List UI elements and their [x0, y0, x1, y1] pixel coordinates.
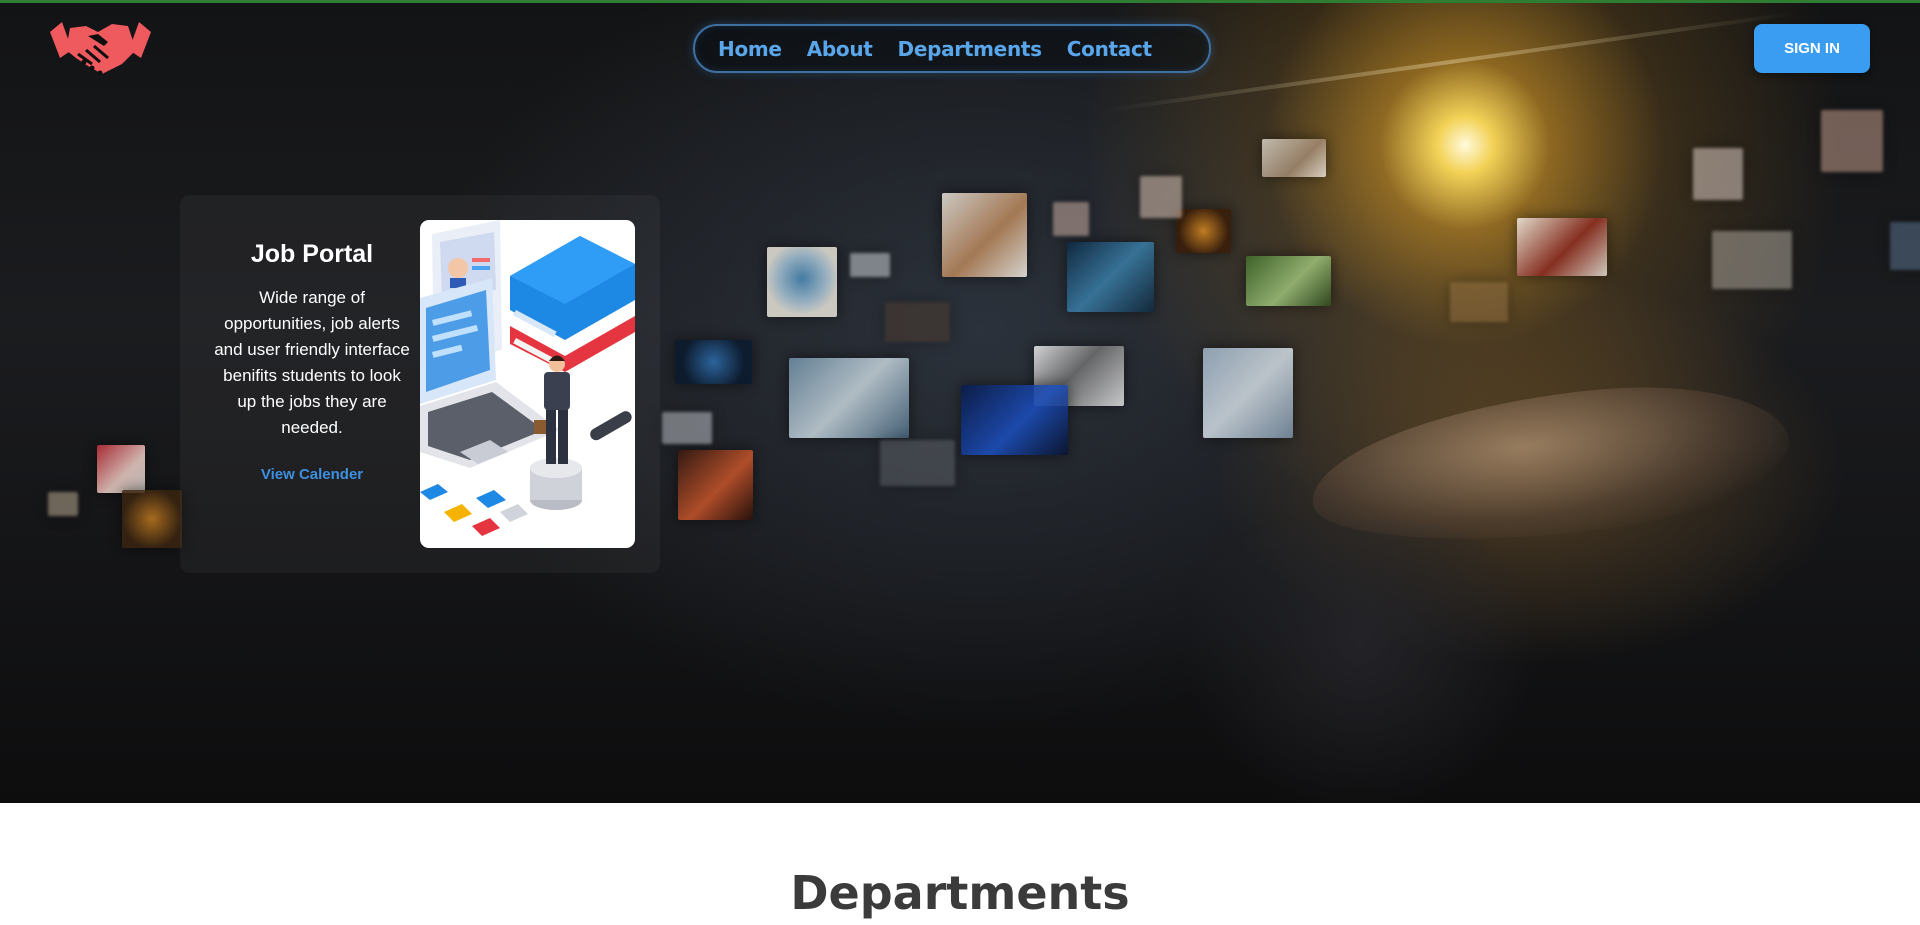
card-description: Wide range of opportunities, job alerts …	[214, 288, 410, 437]
floating-tile	[1176, 209, 1231, 253]
nav-home[interactable]: Home	[718, 37, 782, 61]
view-calendar-link[interactable]: View Calender	[212, 466, 412, 483]
floating-tile	[1693, 148, 1743, 200]
floating-tile	[885, 302, 950, 342]
floating-tile	[678, 450, 753, 520]
hero-arm	[1180, 520, 1540, 803]
floating-tile	[1890, 222, 1920, 270]
floating-tile	[662, 412, 712, 444]
floating-tile	[942, 193, 1027, 277]
floating-tile	[97, 445, 145, 493]
main-nav: Home About Departments Contact	[693, 24, 1211, 73]
floating-tile	[1262, 139, 1326, 177]
floating-tile	[1246, 256, 1331, 306]
floating-tile	[1067, 242, 1154, 312]
floating-tile	[1140, 176, 1182, 218]
floating-tile	[1450, 282, 1508, 322]
nav-departments[interactable]: Departments	[898, 37, 1043, 61]
floating-tile	[880, 440, 955, 486]
floating-tile	[675, 340, 752, 384]
job-portal-illustration	[420, 220, 635, 548]
nav-contact[interactable]: Contact	[1067, 37, 1152, 61]
floating-tile	[850, 253, 890, 277]
light-beam	[1103, 11, 1797, 113]
top-accent-line	[0, 0, 1920, 3]
floating-tile	[961, 385, 1068, 455]
handshake-icon[interactable]	[48, 12, 153, 84]
card-title: Job Portal	[250, 240, 374, 268]
floating-tile	[122, 490, 182, 548]
floating-tile	[1053, 202, 1089, 236]
floating-tile	[48, 492, 78, 516]
floating-tile	[1821, 110, 1883, 172]
nav-about[interactable]: About	[807, 37, 873, 61]
floating-tile	[789, 358, 909, 438]
sign-in-button[interactable]: SIGN IN	[1754, 24, 1870, 73]
floating-tile	[767, 247, 837, 317]
floating-tile	[1517, 218, 1607, 276]
floating-tile	[1203, 348, 1293, 438]
departments-heading: Departments	[790, 866, 1130, 920]
floating-tile	[1712, 231, 1792, 289]
hero-card-content: Job Portal Wide range of opportunities, …	[212, 240, 412, 483]
hero-hand	[1303, 370, 1797, 560]
